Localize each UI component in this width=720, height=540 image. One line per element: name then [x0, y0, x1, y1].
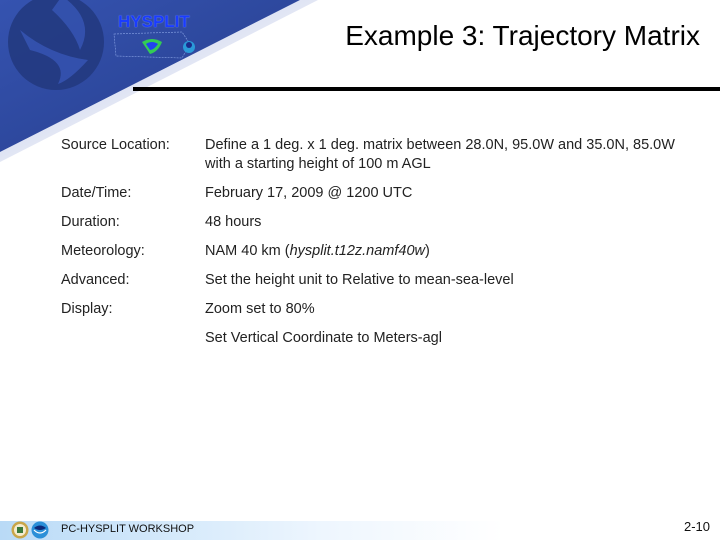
row-display: Display: Zoom set to 80% [61, 300, 701, 319]
row-source-location: Source Location: Define a 1 deg. x 1 deg… [61, 136, 701, 174]
row-value: 48 hours [205, 214, 262, 230]
page-number: 2-10 [683, 519, 710, 534]
row-label: Date/Time: [61, 185, 132, 201]
row-duration: Duration: 48 hours [61, 213, 701, 232]
row-display-continued: Set Vertical Coordinate to Meters-agl [61, 329, 701, 348]
row-label: Duration: [61, 214, 120, 230]
met-prefix: NAM 40 km ( [205, 243, 290, 259]
slide-title: Example 3: Trajectory Matrix [345, 20, 700, 51]
row-label: Display: [61, 301, 113, 317]
title-divider [133, 87, 720, 91]
row-value: Zoom set to 80% [205, 301, 315, 317]
row-value: Define a 1 deg. x 1 deg. matrix between … [205, 137, 675, 172]
row-label [61, 329, 205, 348]
row-value: February 17, 2009 @ 1200 UTC [205, 185, 413, 201]
footer-workshop-label: PC-HYSPLIT WORKSHOP [61, 523, 195, 535]
row-value: Set the height unit to Relative to mean-… [205, 272, 514, 288]
noaa-seal-icon [31, 521, 49, 539]
row-label: Source Location: [61, 137, 170, 153]
hysplit-logo-text: HYSPLIT [118, 12, 190, 31]
row-value: NAM 40 km (hysplit.t12z.namf40w) [205, 242, 701, 261]
met-filename: hysplit.t12z.namf40w [289, 243, 425, 259]
row-meteorology: Meteorology: NAM 40 km (hysplit.t12z.nam… [61, 242, 701, 261]
doc-seal-icon [11, 521, 29, 539]
noaa-bird-logo-icon [8, 0, 104, 90]
trajectory-map-icon [113, 31, 195, 59]
row-label: Advanced: [61, 272, 130, 288]
row-label: Meteorology: [61, 243, 145, 259]
met-suffix: ) [425, 243, 430, 259]
row-date-time: Date/Time: February 17, 2009 @ 1200 UTC [61, 184, 701, 203]
parameter-table: Source Location: Define a 1 deg. x 1 deg… [61, 136, 701, 358]
hysplit-logo: HYSPLIT [112, 8, 198, 62]
row-advanced: Advanced: Set the height unit to Relativ… [61, 271, 701, 290]
row-value: Set Vertical Coordinate to Meters-agl [205, 330, 442, 346]
